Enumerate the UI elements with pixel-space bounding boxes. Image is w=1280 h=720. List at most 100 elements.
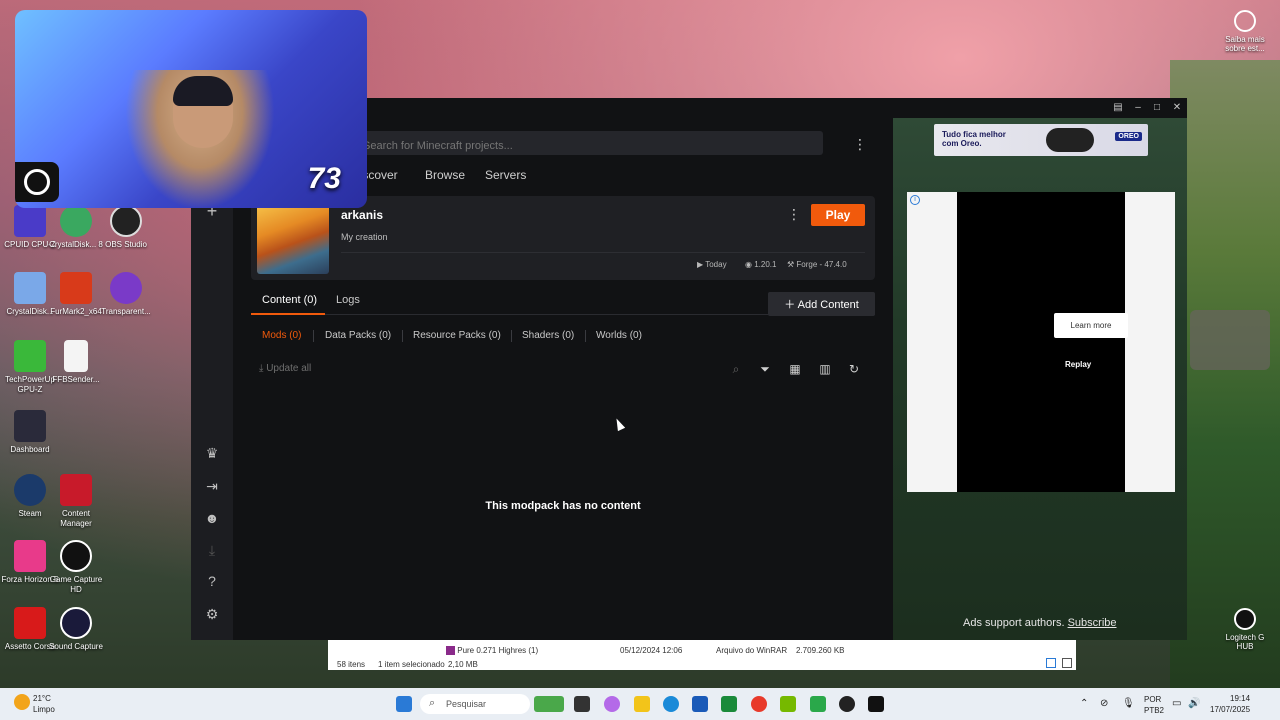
gear-icon[interactable]: ⚙ [202, 604, 222, 624]
subtab-shaders[interactable]: Shaders (0) [522, 330, 574, 341]
download-icon[interactable]: ⤓ [202, 540, 222, 560]
chrome-icon[interactable] [751, 696, 767, 712]
windows-start-icon[interactable] [396, 696, 412, 712]
selected-size: 2,10 MB [448, 660, 478, 669]
game-version: ◉ 1.20.1 [745, 260, 777, 269]
subtab-resource-packs[interactable]: Resource Packs (0) [413, 330, 501, 341]
subtab-divider [402, 330, 403, 342]
subscribe-link[interactable]: Subscribe [1068, 617, 1117, 629]
filter-icon[interactable]: ⏷ [758, 362, 772, 377]
minimize-button[interactable]: – [1131, 101, 1145, 115]
play-button[interactable]: Play [811, 204, 865, 226]
more-options-icon[interactable]: ⋮ [853, 136, 867, 153]
store-icon[interactable] [692, 696, 708, 712]
learn-more-button[interactable]: Learn more [1054, 313, 1128, 338]
update-all-button[interactable]: ⤓ Update all [259, 363, 311, 374]
file-date: 05/12/2024 12:06 [620, 646, 683, 655]
tab-logs[interactable]: Logs [336, 294, 360, 306]
refresh-icon[interactable]: ↻ [847, 362, 861, 376]
plus-icon: ＋ [784, 299, 798, 311]
forza-icon [14, 540, 46, 572]
desktop-icon-game-capture[interactable]: Game Capture HD [46, 540, 106, 595]
assetto-icon [14, 607, 46, 639]
content-manager-icon [60, 474, 92, 506]
desktop-icon-transparent[interactable]: Transparent... [96, 272, 156, 317]
modrinth-icon[interactable] [721, 696, 737, 712]
subtab-mods[interactable]: Mods (0) [262, 330, 301, 341]
file-type: Arquivo do WinRAR [716, 646, 788, 655]
info-icon[interactable]: i [910, 195, 920, 205]
instance-thumbnail [257, 204, 329, 274]
play-icon: ▶ [697, 260, 706, 269]
desktop-icon-ghub[interactable]: Logitech G HUB [1221, 608, 1269, 651]
subtab-worlds[interactable]: Worlds (0) [596, 330, 642, 341]
replay-button[interactable]: Replay [1065, 360, 1091, 369]
chat-bubble-icon [110, 272, 142, 304]
card-divider [341, 252, 865, 253]
nav-servers[interactable]: Servers [485, 168, 526, 182]
nvidia-icon[interactable] [780, 696, 796, 712]
desktop-icon-dashboard[interactable]: Dashboard [0, 410, 60, 455]
tray-chevron-icon[interactable]: ⌃ [1080, 698, 1088, 709]
obs-taskbar-icon[interactable] [839, 696, 855, 712]
tiles-view-icon[interactable] [1062, 658, 1072, 668]
desktop-icon-ffbsender[interactable]: FFBSender... [46, 340, 106, 385]
close-button[interactable]: ✕ [1170, 101, 1184, 115]
discord-icon[interactable]: ☻ [202, 508, 222, 528]
maximize-button[interactable]: □ [1150, 101, 1164, 115]
winrar-icon [446, 646, 455, 656]
cpuz-icon [14, 205, 46, 237]
logitech-icon [1234, 608, 1256, 630]
items-count: 58 itens [337, 660, 366, 669]
weather-icon[interactable] [14, 694, 30, 710]
furmark-icon [60, 272, 92, 304]
copilot-icon[interactable] [604, 696, 620, 712]
search-input[interactable] [363, 131, 823, 155]
ad-banner[interactable]: Tudo fica melhor com Oreo. OREO [934, 124, 1148, 156]
subtab-divider [585, 330, 586, 342]
subtab-data-packs[interactable]: Data Packs (0) [325, 330, 391, 341]
steam-icon [14, 474, 46, 506]
desktop-icon-obs[interactable]: OBS Studio [96, 205, 156, 250]
help-icon[interactable]: ? [202, 571, 222, 591]
instance-more-icon[interactable]: ⋮ [787, 206, 801, 223]
network-off-icon[interactable]: ⊘ [1100, 698, 1108, 709]
display-icon[interactable]: ▭ [1172, 698, 1181, 709]
file-explorer: Pure 0.271 Highres (1) 05/12/2024 12:06 … [328, 640, 1076, 670]
crystaldisk-icon [60, 205, 92, 237]
taskbar-search[interactable]: ⌕ Pesquisar [420, 694, 530, 714]
columns-icon[interactable]: ▥ [818, 362, 832, 376]
weather-temp: 21°C [33, 694, 51, 703]
info-circle-icon [1234, 10, 1256, 32]
layout-icon[interactable]: ▤ [1111, 101, 1125, 115]
desktop-icon-sound-capture[interactable]: Sound Capture [46, 607, 106, 652]
task-view-icon[interactable] [574, 696, 590, 712]
app-icon[interactable] [810, 696, 826, 712]
keyboard-layout[interactable]: PTB2 [1144, 706, 1164, 715]
language-code[interactable]: POR [1144, 695, 1161, 704]
add-content-button[interactable]: ＋ Add Content [768, 292, 875, 316]
volume-icon[interactable]: 🔊 [1188, 698, 1200, 709]
last-played: ▶ Today [697, 260, 727, 269]
curseforge-taskbar-icon[interactable] [868, 696, 884, 712]
clock-time[interactable]: 19:14 [1230, 694, 1250, 703]
mod-loader: ⚒ Forge - 47.4.0 [787, 260, 847, 269]
file-row[interactable]: Pure 0.271 Highres (1) [446, 646, 538, 656]
microphone-icon[interactable]: 🎙 [1122, 698, 1135, 709]
webcam-number: 73 [307, 162, 341, 195]
desktop-icon-content-manager[interactable]: Content Manager [46, 474, 106, 529]
stream-logo-icon [15, 162, 59, 202]
nav-browse[interactable]: Browse [425, 168, 465, 182]
tab-content[interactable]: Content (0) [262, 294, 317, 306]
file-explorer-icon[interactable] [634, 696, 650, 712]
desktop-info-widget[interactable]: Saiba mais sobre est... [1221, 10, 1269, 53]
sign-in-icon[interactable]: ⇥ [202, 476, 222, 496]
search-icon[interactable]: ⌕ [729, 362, 743, 377]
grid-icon[interactable]: ▦ [788, 362, 802, 376]
crown-icon[interactable]: ♛ [202, 443, 222, 463]
widgets-icon[interactable] [534, 696, 564, 712]
details-view-icon[interactable] [1046, 658, 1056, 668]
file-icon [64, 340, 88, 372]
edge-icon[interactable] [663, 696, 679, 712]
clock-date[interactable]: 17/07/2025 [1210, 705, 1250, 714]
